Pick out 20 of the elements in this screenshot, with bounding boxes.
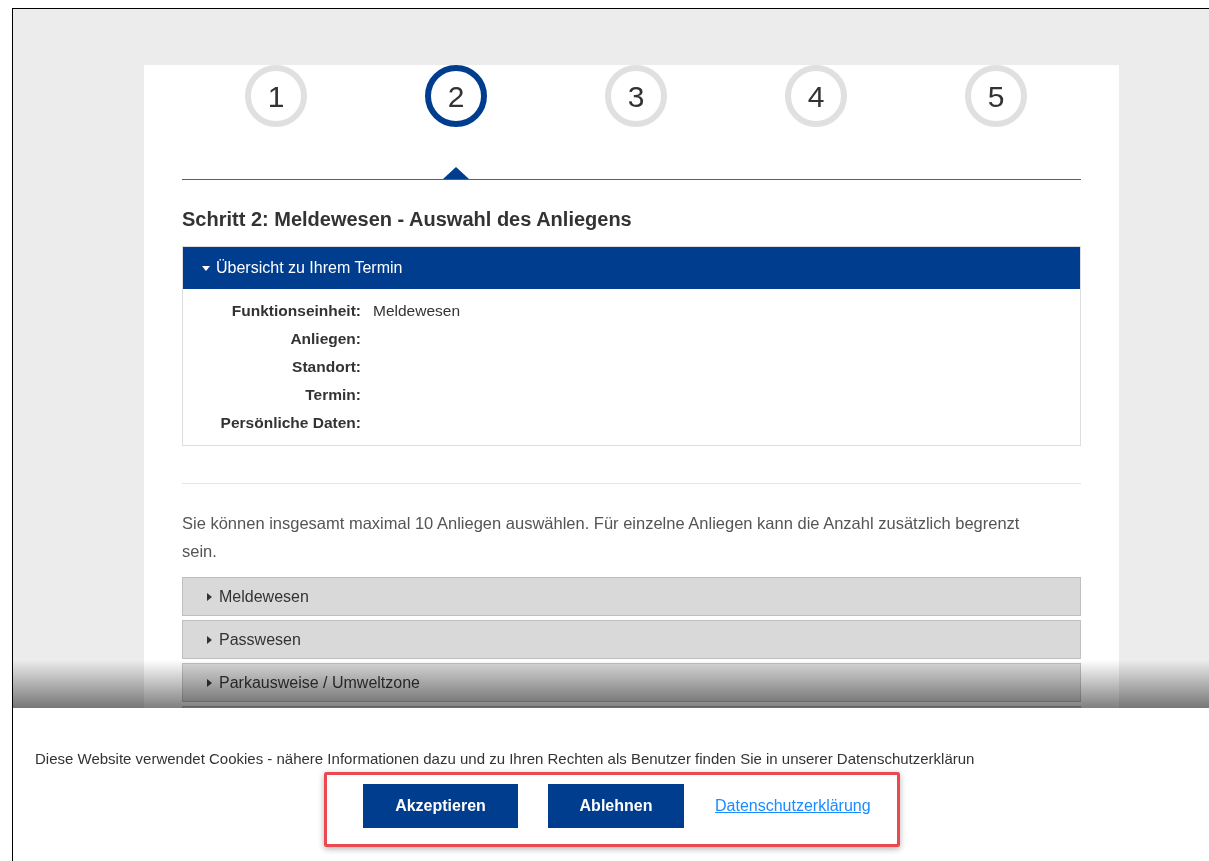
caret-right-icon <box>205 635 213 644</box>
cookie-button[interactable]: Akzeptieren <box>363 783 518 828</box>
caret-right-icon <box>205 678 213 687</box>
step-heading: Schritt 2: Meldewesen - Auswahl des Anliegens <box>182 207 633 232</box>
field-label: Funktionseinheit: <box>230 301 361 321</box>
overview-header[interactable]: Übersicht zu Ihrem Termin <box>183 247 1080 289</box>
field-label: Anliegen: <box>289 329 361 349</box>
category-accordion-row[interactable]: Passwesen <box>182 620 1081 659</box>
field-label: Termin: <box>304 385 361 405</box>
cookie-button[interactable]: Ablehnen <box>548 783 684 828</box>
field-label: Persönliche Daten: <box>219 413 361 433</box>
pointer-triangle-icon <box>443 167 469 179</box>
caret-right-icon <box>205 592 213 601</box>
field-value: Meldewesen <box>373 302 461 319</box>
category-accordion-row[interactable]: Parkausweise / Umweltzone <box>182 663 1081 702</box>
caret-down-icon <box>202 264 210 272</box>
category-accordion-row[interactable]: Meldewesen <box>182 577 1081 616</box>
field-label: Standort: <box>291 357 361 377</box>
selection-hint: Sie können insgesamt maximal 10 Anliegen auswählen. Für einzelne Anliegen kann die Anzahl zusätzlich begrenzt sein. <box>182 513 1021 562</box>
cookie-notice: Diese Website verwendet Cookies - nähere Informationen dazu und zu Ihren Rechten als Benutzer finden Sie in unserer Datenschutzerklärun <box>35 749 976 769</box>
